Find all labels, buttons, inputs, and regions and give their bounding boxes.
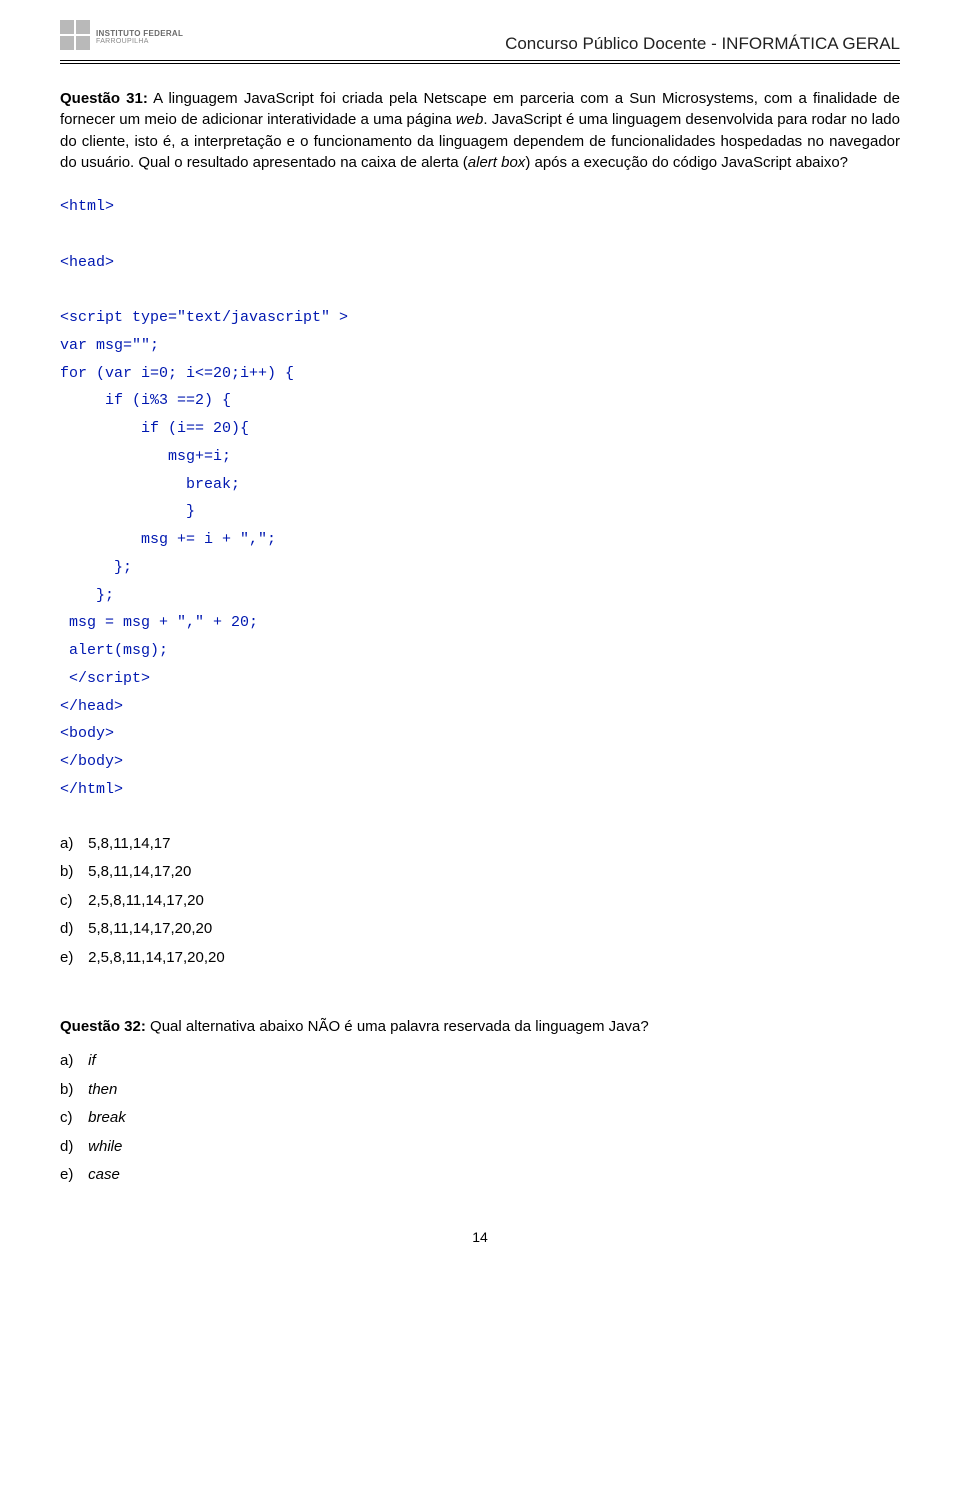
q31-option-a: a) 5,8,11,14,17 bbox=[60, 830, 900, 859]
option-label: b) bbox=[60, 858, 84, 887]
page-header: INSTITUTO FEDERAL FARROUPILHA Concurso P… bbox=[60, 20, 900, 54]
option-text: case bbox=[88, 1166, 120, 1183]
option-text: 2,5,8,11,14,17,20,20 bbox=[88, 949, 225, 966]
code-line: <body> bbox=[60, 725, 114, 742]
q31-text-part3: ) após a execução do código JavaScript a… bbox=[525, 154, 848, 171]
code-line: }; bbox=[60, 559, 132, 576]
q32-option-b: b) then bbox=[60, 1076, 900, 1105]
code-line: <head> bbox=[60, 254, 114, 271]
option-text: 5,8,11,14,17,20 bbox=[88, 863, 191, 880]
code-line: for (var i=0; i<=20;i++) { bbox=[60, 365, 294, 382]
option-label: e) bbox=[60, 1161, 84, 1190]
question-32: Questão 32: Qual alternativa abaixo NÃO … bbox=[60, 1016, 900, 1190]
logo-text: INSTITUTO FEDERAL FARROUPILHA bbox=[96, 29, 183, 45]
q31-option-d: d) 5,8,11,14,17,20,20 bbox=[60, 915, 900, 944]
code-line: msg += i + ","; bbox=[60, 531, 276, 548]
option-label: d) bbox=[60, 915, 84, 944]
q31-options: a) 5,8,11,14,17 b) 5,8,11,14,17,20 c) 2,… bbox=[60, 830, 900, 973]
option-text: if bbox=[88, 1052, 96, 1069]
institute-name-line1: INSTITUTO FEDERAL bbox=[96, 29, 183, 38]
option-text: then bbox=[88, 1081, 117, 1098]
code-line: </head> bbox=[60, 698, 123, 715]
q32-option-d: d) while bbox=[60, 1133, 900, 1162]
q32-option-c: c) break bbox=[60, 1104, 900, 1133]
code-line: }; bbox=[60, 587, 114, 604]
code-line: } bbox=[60, 503, 195, 520]
option-label: d) bbox=[60, 1133, 84, 1162]
option-text: while bbox=[88, 1138, 122, 1155]
q32-option-e: e) case bbox=[60, 1161, 900, 1190]
option-label: b) bbox=[60, 1076, 84, 1105]
header-rule-1 bbox=[60, 60, 900, 61]
option-label: e) bbox=[60, 944, 84, 973]
code-line: </script> bbox=[60, 670, 150, 687]
option-text: break bbox=[88, 1109, 126, 1126]
code-line: msg = msg + "," + 20; bbox=[60, 614, 258, 631]
institute-name-line2: FARROUPILHA bbox=[96, 38, 183, 45]
q31-option-b: b) 5,8,11,14,17,20 bbox=[60, 858, 900, 887]
option-label: c) bbox=[60, 1104, 84, 1133]
code-line: </body> bbox=[60, 753, 123, 770]
q31-alertbox-italic: alert box bbox=[468, 154, 526, 171]
code-line: <html> bbox=[60, 198, 114, 215]
code-line: break; bbox=[60, 476, 240, 493]
code-line: if (i%3 ==2) { bbox=[60, 392, 231, 409]
option-label: a) bbox=[60, 1047, 84, 1076]
header-title: Concurso Público Docente - INFORMÁTICA G… bbox=[505, 34, 900, 54]
question-32-label: Questão 32: bbox=[60, 1018, 146, 1035]
question-31-text: Questão 31: A linguagem JavaScript foi c… bbox=[60, 88, 900, 173]
q32-option-a: a) if bbox=[60, 1047, 900, 1076]
logo-icon bbox=[60, 20, 90, 50]
option-text: 5,8,11,14,17 bbox=[88, 835, 170, 852]
option-label: a) bbox=[60, 830, 84, 859]
q31-web-italic: web bbox=[456, 111, 484, 128]
content: Questão 31: A linguagem JavaScript foi c… bbox=[60, 88, 900, 1248]
q31-option-c: c) 2,5,8,11,14,17,20 bbox=[60, 887, 900, 916]
header-rule-2 bbox=[60, 63, 900, 64]
option-label: c) bbox=[60, 887, 84, 916]
code-line: <script type="text/javascript" > bbox=[60, 309, 348, 326]
option-text: 5,8,11,14,17,20,20 bbox=[88, 920, 212, 937]
question-32-text: Questão 32: Qual alternativa abaixo NÃO … bbox=[60, 1016, 900, 1037]
code-line: alert(msg); bbox=[60, 642, 168, 659]
code-line: msg+=i; bbox=[60, 448, 231, 465]
code-line: </html> bbox=[60, 781, 123, 798]
page-number: 14 bbox=[60, 1228, 900, 1248]
code-line: if (i== 20){ bbox=[60, 420, 249, 437]
q32-text-body: Qual alternativa abaixo NÃO é uma palavr… bbox=[146, 1018, 649, 1035]
question-31-label: Questão 31: bbox=[60, 90, 148, 107]
option-text: 2,5,8,11,14,17,20 bbox=[88, 892, 204, 909]
code-line: var msg=""; bbox=[60, 337, 159, 354]
q31-option-e: e) 2,5,8,11,14,17,20,20 bbox=[60, 944, 900, 973]
code-block: <html> <head> <script type="text/javascr… bbox=[60, 193, 900, 804]
logo-block: INSTITUTO FEDERAL FARROUPILHA bbox=[60, 20, 183, 54]
page-container: INSTITUTO FEDERAL FARROUPILHA Concurso P… bbox=[0, 0, 960, 1268]
